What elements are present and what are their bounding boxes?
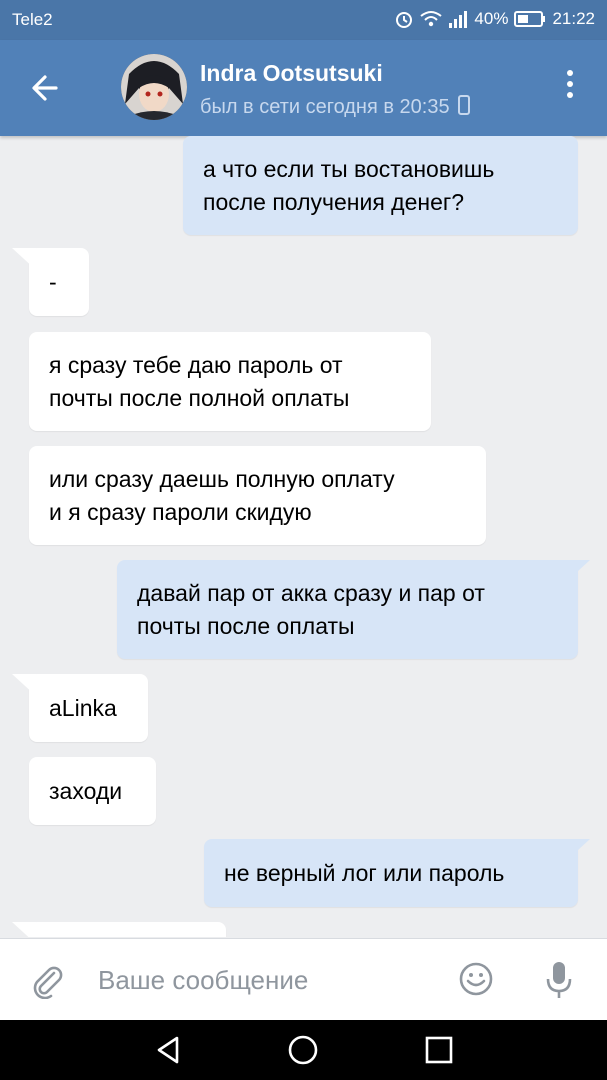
contact-name[interactable]: Indra Ootsutsuki [200, 60, 383, 87]
signal-icon [449, 11, 468, 28]
bubble-tail-icon [12, 922, 36, 937]
nav-recents-button[interactable] [423, 1034, 455, 1066]
bubble-tail-icon [12, 248, 36, 270]
message-text: - [49, 268, 57, 295]
more-vertical-icon [563, 70, 577, 98]
voice-message-button[interactable] [545, 959, 573, 1001]
last-seen-text: был в сети сегодня в 20:35 [200, 96, 450, 118]
mobile-device-icon [458, 95, 471, 115]
nav-back-icon [157, 1036, 179, 1064]
message-text: не верный лог или пароль [224, 859, 505, 886]
alarm-icon [396, 12, 413, 28]
message-bubble-incoming[interactable]: заходи [29, 757, 156, 825]
arrow-left-icon [32, 75, 58, 101]
status-bar: Tele2 40% 21:22 [0, 0, 607, 40]
back-button[interactable] [26, 70, 66, 106]
nav-home-icon [288, 1035, 318, 1065]
message-bubble-incoming[interactable]: или сразу даешь полную оплату и я сразу … [29, 446, 486, 545]
paperclip-icon [33, 966, 63, 1000]
message-bubble-incoming[interactable]: я сразу тебе даю пароль от почты после п… [29, 332, 431, 431]
message-composer [0, 938, 607, 1021]
message-text: заходи [49, 777, 123, 804]
more-menu-button[interactable] [563, 70, 577, 106]
message-bubble-incoming[interactable]: - [29, 248, 89, 316]
nav-home-button[interactable] [287, 1034, 319, 1066]
avatar[interactable] [121, 54, 187, 120]
attach-button[interactable] [30, 963, 64, 1000]
nav-recents-icon [425, 1036, 453, 1064]
last-seen-status: был в сети сегодня в 20:35 [200, 95, 471, 119]
wifi-icon [420, 11, 443, 27]
message-input[interactable] [96, 961, 440, 999]
message-text: или сразу даешь полную оплату [49, 465, 395, 492]
message-text: я сразу тебе даю пароль от [49, 351, 343, 378]
battery-icon [514, 11, 546, 27]
message-bubble-outgoing[interactable]: давай пар от акка сразу и пар от почты п… [117, 560, 578, 659]
carrier-label: Tele2 [12, 10, 53, 29]
message-text: почты после оплаты [137, 612, 355, 639]
microphone-icon [546, 962, 572, 998]
message-text: и я сразу пароли скидую [49, 498, 312, 525]
message-text: давай пар от акка сразу и пар от [137, 579, 485, 606]
emoji-button[interactable] [458, 961, 494, 997]
message-text: aLinka [49, 694, 117, 721]
battery-percent: 40% [474, 9, 509, 28]
nav-back-button[interactable] [153, 1034, 185, 1066]
bubble-tail-icon [566, 839, 590, 861]
chat-header: Indra Ootsutsuki был в сети сегодня в 20… [0, 40, 607, 136]
message-bubble-incoming[interactable]: aLinka [29, 674, 148, 742]
message-bubble-outgoing[interactable]: а что если ты востановишь после получени… [183, 136, 578, 235]
message-bubble-outgoing[interactable]: не верный лог или пароль [204, 839, 578, 907]
message-text: почты после полной оплаты [49, 384, 350, 411]
clock: 21:22 [552, 9, 595, 28]
android-nav-bar [0, 1020, 607, 1080]
message-list[interactable]: а что если ты востановишь после получени… [0, 136, 607, 937]
message-bubble-incoming-partial[interactable] [29, 922, 226, 937]
smiley-icon [459, 962, 493, 996]
bubble-tail-icon [566, 560, 590, 582]
bubble-tail-icon [12, 674, 36, 696]
message-text: после получения денег? [203, 188, 465, 215]
message-text: а что если ты востановишь [203, 155, 495, 182]
